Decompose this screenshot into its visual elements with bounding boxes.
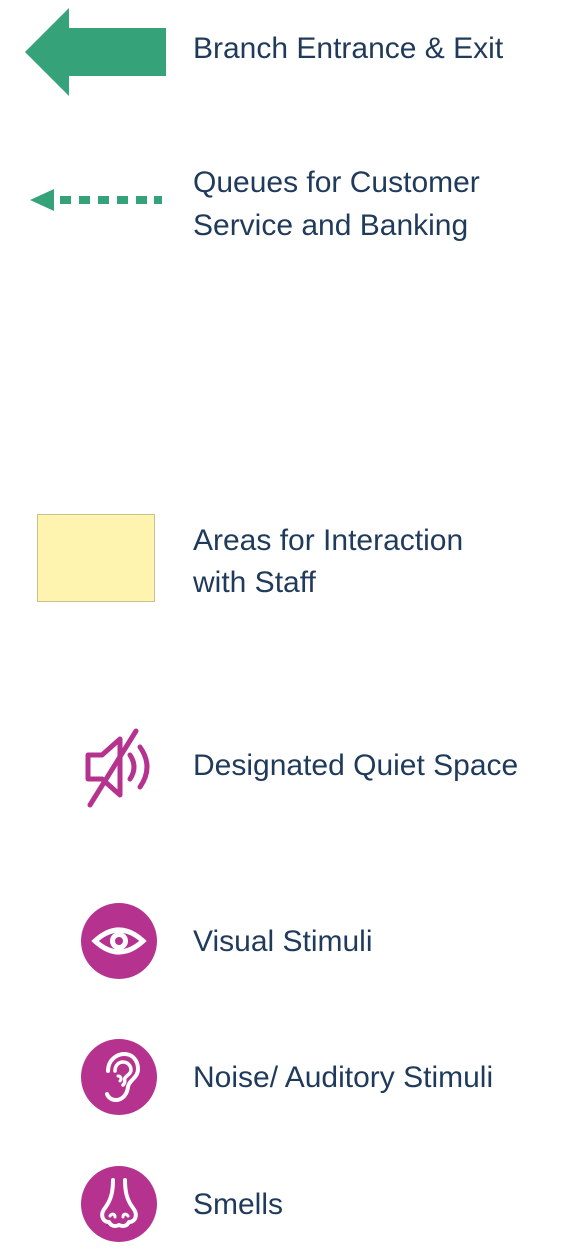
ear-icon bbox=[81, 1039, 157, 1115]
legend-label-interaction-line-1: Areas for Interaction bbox=[193, 524, 464, 557]
legend-label-auditory: Noise/ Auditory Stimuli bbox=[193, 1061, 494, 1094]
legend-label-entrance-exit: Branch Entrance & Exit bbox=[193, 32, 504, 65]
eye-icon bbox=[81, 903, 157, 979]
yellow-area-swatch bbox=[37, 514, 155, 602]
legend-label-visual: Visual Stimuli bbox=[193, 925, 373, 958]
nose-icon bbox=[81, 1166, 157, 1242]
legend-label-queues-line-2: Service and Banking bbox=[193, 209, 469, 242]
muted-speaker-icon bbox=[85, 728, 150, 808]
legend-label-interaction-line-2: with Staff bbox=[193, 566, 316, 599]
dotted-arrow-left-icon bbox=[30, 189, 162, 211]
legend-label-smells: Smells bbox=[193, 1188, 284, 1221]
legend-label-queues-line-1: Queues for Customer bbox=[193, 166, 480, 199]
legend-label-quiet-space: Designated Quiet Space bbox=[193, 749, 519, 782]
solid-arrow-left-icon bbox=[25, 8, 166, 96]
